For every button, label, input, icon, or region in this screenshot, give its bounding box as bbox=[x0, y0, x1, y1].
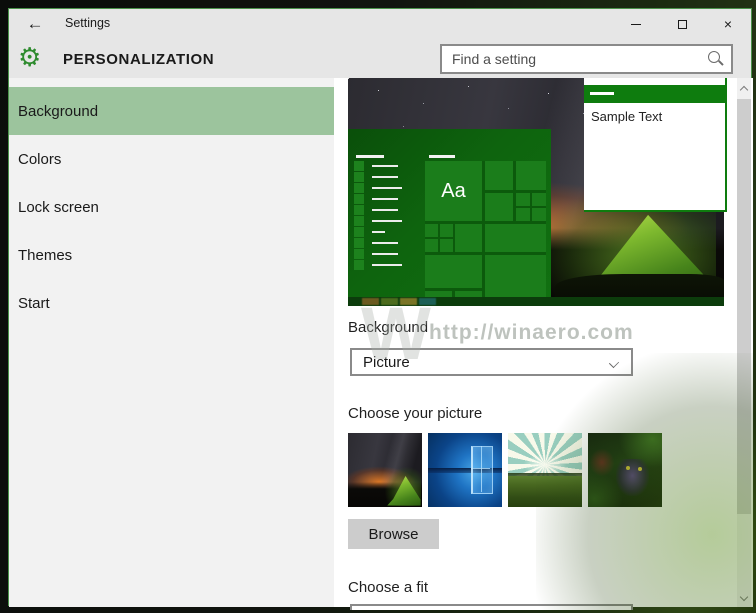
rail-square bbox=[354, 161, 364, 171]
tile-aa: Aa bbox=[425, 161, 482, 221]
browse-button[interactable]: Browse bbox=[348, 519, 439, 549]
maximize-button[interactable] bbox=[659, 9, 705, 39]
sample-window-titlebar bbox=[584, 85, 725, 103]
rail-square bbox=[354, 172, 364, 182]
choose-fit-dropdown[interactable] bbox=[350, 604, 633, 610]
rail-square bbox=[354, 194, 364, 204]
tile bbox=[425, 239, 438, 252]
search-box bbox=[440, 44, 733, 74]
tile bbox=[440, 239, 453, 252]
rail-line bbox=[372, 220, 402, 222]
hamburger-line bbox=[356, 155, 384, 158]
red-leaves bbox=[589, 447, 616, 478]
minimize-button[interactable] bbox=[613, 9, 659, 39]
sidebar-item-themes[interactable]: Themes bbox=[9, 231, 334, 279]
picture-thumbnail-jungle-panther[interactable] bbox=[588, 433, 662, 507]
scrollbar[interactable] bbox=[737, 78, 751, 607]
rail-square bbox=[354, 249, 364, 259]
rail-square bbox=[354, 260, 364, 270]
rail-line bbox=[372, 187, 402, 189]
sidebar-item-lock-screen[interactable]: Lock screen bbox=[9, 183, 334, 231]
start-menu-preview: Aa bbox=[348, 129, 551, 297]
choose-picture-label: Choose your picture bbox=[348, 405, 483, 422]
tile bbox=[532, 208, 546, 221]
scrollbar-thumb[interactable] bbox=[737, 99, 751, 514]
rail-line bbox=[372, 209, 398, 211]
tile bbox=[485, 193, 513, 221]
tile bbox=[516, 193, 530, 206]
picture-thumbnail-night-tent[interactable] bbox=[348, 433, 422, 507]
rail-square bbox=[354, 227, 364, 237]
tile bbox=[440, 224, 453, 237]
back-button[interactable]: ← bbox=[21, 11, 49, 37]
taskbar-icon bbox=[362, 298, 379, 305]
picture-thumbnail-sunrise-field[interactable] bbox=[508, 433, 582, 507]
close-button[interactable]: × bbox=[705, 9, 751, 39]
taskbar-icon bbox=[419, 298, 436, 305]
background-preview: Aa Sample Text bbox=[348, 78, 735, 306]
rail-square bbox=[354, 216, 364, 226]
chevron-down-icon bbox=[608, 357, 620, 369]
close-icon: × bbox=[723, 16, 733, 32]
rail-line bbox=[372, 176, 398, 178]
title-bar: ← Settings × bbox=[9, 9, 751, 39]
desktop-background: ← Settings × ⚙ PERSONALIZATION Backgroun… bbox=[0, 0, 756, 613]
rail-line bbox=[372, 231, 385, 233]
tile bbox=[516, 208, 530, 221]
gear-icon: ⚙ bbox=[18, 42, 42, 72]
window-title: Settings bbox=[65, 16, 111, 30]
sample-title-line bbox=[590, 92, 614, 95]
tile bbox=[425, 224, 438, 237]
minimize-icon bbox=[631, 23, 641, 25]
scroll-up-icon[interactable] bbox=[739, 85, 749, 95]
foliage bbox=[588, 470, 625, 507]
page-title: PERSONALIZATION bbox=[63, 51, 215, 68]
rail-line bbox=[372, 264, 402, 266]
rail-line bbox=[372, 253, 398, 255]
stars bbox=[348, 78, 349, 79]
sample-window-preview: Sample Text bbox=[584, 78, 727, 212]
tile bbox=[532, 193, 546, 206]
maximize-icon bbox=[677, 19, 687, 29]
tile bbox=[425, 255, 482, 288]
rail-square bbox=[354, 205, 364, 215]
picture-thumbnail-windows-hero[interactable] bbox=[428, 433, 502, 507]
background-type-dropdown[interactable]: Picture bbox=[350, 348, 633, 376]
taskbar-icon bbox=[381, 298, 398, 305]
rail-square bbox=[354, 183, 364, 193]
preview-taskbar bbox=[348, 297, 724, 306]
sample-window-text: Sample Text bbox=[591, 109, 663, 124]
rail-line bbox=[372, 198, 398, 200]
rail-square bbox=[354, 238, 364, 248]
background-label: Background bbox=[348, 319, 429, 336]
scroll-down-icon[interactable] bbox=[739, 592, 749, 602]
magnifier-icon[interactable] bbox=[705, 48, 727, 70]
page-header: ⚙ PERSONALIZATION bbox=[9, 39, 751, 78]
sidebar-item-background[interactable]: Background bbox=[9, 87, 334, 135]
foliage bbox=[616, 433, 662, 470]
tiles-header-line bbox=[429, 155, 455, 158]
sidebar-item-start[interactable]: Start bbox=[9, 279, 334, 327]
window-logo bbox=[470, 446, 491, 493]
caption-buttons: × bbox=[613, 9, 751, 39]
choose-fit-label: Choose a fit bbox=[348, 579, 429, 596]
field bbox=[508, 475, 582, 507]
sidebar-item-colors[interactable]: Colors bbox=[9, 135, 334, 183]
tile bbox=[485, 161, 513, 190]
rail-line bbox=[372, 165, 398, 167]
rail-line bbox=[372, 242, 398, 244]
search-input[interactable] bbox=[442, 46, 705, 72]
tile bbox=[485, 224, 546, 252]
panther bbox=[616, 458, 650, 496]
tile-grid: Aa bbox=[425, 161, 546, 297]
background-type-value: Picture bbox=[363, 353, 410, 371]
taskbar-icon bbox=[400, 298, 417, 305]
tile bbox=[485, 255, 546, 297]
sidebar: Background Colors Lock screen Themes Sta… bbox=[9, 78, 334, 607]
tile bbox=[516, 161, 546, 190]
tile bbox=[455, 224, 482, 252]
settings-window: ← Settings × ⚙ PERSONALIZATION Backgroun… bbox=[8, 8, 753, 610]
